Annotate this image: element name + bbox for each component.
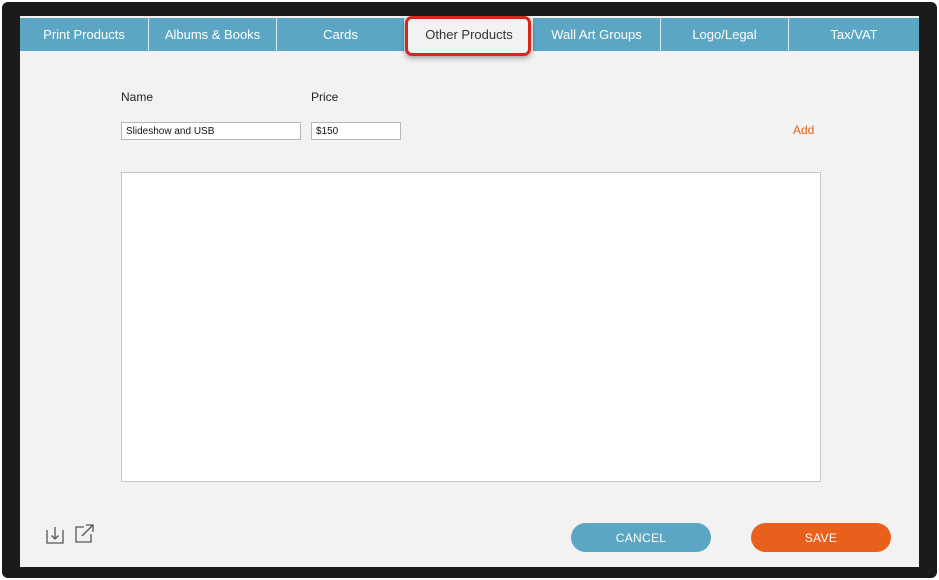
price-label: Price: [311, 90, 339, 104]
export-icon[interactable]: [73, 522, 95, 544]
add-link[interactable]: Add: [793, 123, 814, 137]
tab-wall-art-groups[interactable]: Wall Art Groups: [533, 18, 661, 51]
window-frame: Print Products Albums & Books Cards Othe…: [2, 2, 937, 578]
tab-bar: Print Products Albums & Books Cards Othe…: [20, 18, 919, 51]
tab-cards[interactable]: Cards: [277, 18, 405, 51]
price-input[interactable]: [311, 122, 401, 140]
name-label: Name: [121, 90, 154, 104]
tab-print-products[interactable]: Print Products: [20, 18, 149, 51]
tab-other-products[interactable]: Other Products: [405, 18, 533, 51]
tab-tax-vat[interactable]: Tax/VAT: [789, 18, 919, 51]
name-input[interactable]: [121, 122, 301, 140]
settings-panel: Print Products Albums & Books Cards Othe…: [20, 16, 919, 567]
import-icon[interactable]: [44, 524, 66, 546]
tab-logo-legal[interactable]: Logo/Legal: [661, 18, 789, 51]
cancel-button[interactable]: CANCEL: [571, 523, 711, 552]
tab-albums-books[interactable]: Albums & Books: [149, 18, 277, 51]
products-list[interactable]: [121, 172, 821, 482]
save-button[interactable]: SAVE: [751, 523, 891, 552]
